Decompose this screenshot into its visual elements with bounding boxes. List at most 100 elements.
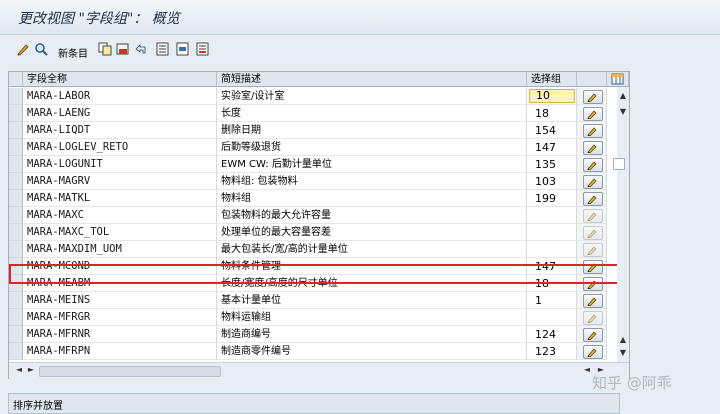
row-selector[interactable] <box>9 326 23 343</box>
edit-entry-button[interactable] <box>583 158 603 172</box>
description-cell: 处理单位的最大容量容差 <box>217 224 527 241</box>
selection-group-input[interactable]: 10 <box>527 88 577 105</box>
edit-entry-button[interactable] <box>583 311 603 325</box>
new-entries-button[interactable]: 新条目 <box>58 45 88 60</box>
search-icon[interactable] <box>34 42 48 56</box>
row-selector[interactable] <box>9 105 23 122</box>
selection-group-input[interactable]: 123 <box>527 343 577 360</box>
table-row[interactable]: MARA-LAENG 长度 18 <box>9 105 621 122</box>
row-selector[interactable] <box>9 309 23 326</box>
edit-entry-button[interactable] <box>583 277 603 291</box>
table-row[interactable]: MARA-MAXC_TOL 处理单位的最大容量容差 <box>9 224 621 241</box>
row-selector[interactable] <box>9 122 23 139</box>
vertical-scroll-thumb[interactable] <box>613 158 625 170</box>
description-cell: 长度 <box>217 105 527 122</box>
selection-group-input[interactable]: 199 <box>527 190 577 207</box>
edit-entry-button[interactable] <box>583 90 603 104</box>
description-cell: 制造商编号 <box>217 326 527 343</box>
selection-group-input[interactable]: 147 <box>527 139 577 156</box>
table-row[interactable]: MARA-MEINS 基本计量单位 1 <box>9 292 621 309</box>
window-title: 更改视图 "字段组"： 概览 <box>18 11 180 27</box>
table-row[interactable]: MARA-MEABM 长度/宽度/高度的尺寸单位 18 <box>9 275 621 292</box>
scroll-left-icon[interactable]: ◄ <box>13 365 25 374</box>
row-selector[interactable] <box>9 190 23 207</box>
scroll-down-icon[interactable]: ▼ <box>617 348 629 357</box>
selection-group-input[interactable] <box>527 241 577 258</box>
row-selector[interactable] <box>9 173 23 190</box>
scroll-right-icon[interactable]: ► <box>25 365 37 374</box>
title-bar: 更改视图 "字段组"： 概览 <box>0 0 720 35</box>
selection-group-input[interactable] <box>527 224 577 241</box>
deselect-all-icon[interactable] <box>196 42 210 56</box>
selection-group-value: 124 <box>535 328 556 341</box>
edit-entry-button[interactable] <box>583 345 603 359</box>
table-row[interactable]: MARA-MFRNR 制造商编号 124 <box>9 326 621 343</box>
selection-group-input[interactable] <box>527 207 577 224</box>
row-selector-header[interactable] <box>9 72 23 87</box>
select-all-icon[interactable] <box>156 42 170 56</box>
column-settings-icon[interactable] <box>607 72 629 87</box>
selection-group-input[interactable]: 1 <box>527 292 577 309</box>
table-row[interactable]: MARA-MFRGR 物料运输组 <box>9 309 621 326</box>
edit-entry-button[interactable] <box>583 294 603 308</box>
row-selector[interactable] <box>9 224 23 241</box>
row-selector[interactable] <box>9 275 23 292</box>
edit-entry-button[interactable] <box>583 124 603 138</box>
table-row[interactable]: MARA-MAXDIM_UOM 最大包装长/宽/高的计量单位 <box>9 241 621 258</box>
horizontal-scrollbar[interactable]: ◄ ► ◄ ► <box>9 362 629 379</box>
edit-entry-button[interactable] <box>583 328 603 342</box>
vertical-scrollbar[interactable]: ▲ ▼ ▲ ▼ <box>617 87 629 362</box>
table-row[interactable]: MARA-MATKL 物料组 199 <box>9 190 621 207</box>
table-row[interactable]: MARA-MFRPN 制造商零件编号 123 <box>9 343 621 360</box>
edit-entry-button[interactable] <box>583 141 603 155</box>
table-row[interactable]: MARA-LOGLEV_RETO 后勤等级退货 147 <box>9 139 621 156</box>
selection-group-input[interactable]: 124 <box>527 326 577 343</box>
edit-entry-button[interactable] <box>583 192 603 206</box>
row-selector[interactable] <box>9 207 23 224</box>
row-selector[interactable] <box>9 156 23 173</box>
selection-group-value: 10 <box>536 89 550 102</box>
select-block-icon[interactable] <box>176 42 190 56</box>
row-selector[interactable] <box>9 139 23 156</box>
row-action-cell <box>577 292 607 309</box>
field-name-cell: MARA-MAXC_TOL <box>23 224 217 241</box>
row-selector[interactable] <box>9 292 23 309</box>
column-header-field-name[interactable]: 字段全称 <box>23 72 217 87</box>
scroll-up-icon[interactable]: ▲ <box>617 91 629 100</box>
edit-entry-button[interactable] <box>583 107 603 121</box>
edit-entry-button[interactable] <box>583 209 603 223</box>
selection-group-input[interactable] <box>527 309 577 326</box>
selection-group-value: 147 <box>535 260 556 273</box>
scroll-down-icon[interactable]: ▼ <box>617 107 629 116</box>
selection-group-input[interactable]: 103 <box>527 173 577 190</box>
table-row[interactable]: MARA-MCOND 物料条件管理 147 <box>9 258 621 275</box>
horizontal-scroll-thumb[interactable] <box>39 366 221 377</box>
table-row[interactable]: MARA-LIQDT 删除日期 154 <box>9 122 621 139</box>
edit-entry-button[interactable] <box>583 226 603 240</box>
selection-group-input[interactable]: 147 <box>527 258 577 275</box>
edit-entry-button[interactable] <box>583 175 603 189</box>
delete-icon[interactable] <box>116 42 130 56</box>
row-selector[interactable] <box>9 88 23 105</box>
table-row[interactable]: MARA-MAXC 包装物料的最大允许容量 <box>9 207 621 224</box>
change-display-icon[interactable] <box>16 42 30 56</box>
column-header-selection-group[interactable]: 选择组 <box>527 72 577 87</box>
copy-icon[interactable] <box>98 42 112 56</box>
selection-group-input[interactable]: 18 <box>527 275 577 292</box>
edit-entry-button[interactable] <box>583 243 603 257</box>
table-row[interactable]: MARA-LOGUNIT EWM CW: 后勤计量单位 135 <box>9 156 621 173</box>
edit-entry-button[interactable] <box>583 260 603 274</box>
description-cell: 删除日期 <box>217 122 527 139</box>
row-selector[interactable] <box>9 258 23 275</box>
selection-group-input[interactable]: 135 <box>527 156 577 173</box>
selection-group-input[interactable]: 154 <box>527 122 577 139</box>
scroll-up-icon[interactable]: ▲ <box>617 335 629 344</box>
active-cell-input[interactable]: 10 <box>529 89 575 103</box>
row-selector[interactable] <box>9 343 23 360</box>
column-header-description[interactable]: 简短描述 <box>217 72 527 87</box>
undo-icon[interactable] <box>134 42 148 56</box>
selection-group-input[interactable]: 18 <box>527 105 577 122</box>
table-row[interactable]: MARA-LABOR 实验室/设计室 10 <box>9 88 621 105</box>
row-selector[interactable] <box>9 241 23 258</box>
table-row[interactable]: MARA-MAGRV 物料组: 包装物料 103 <box>9 173 621 190</box>
